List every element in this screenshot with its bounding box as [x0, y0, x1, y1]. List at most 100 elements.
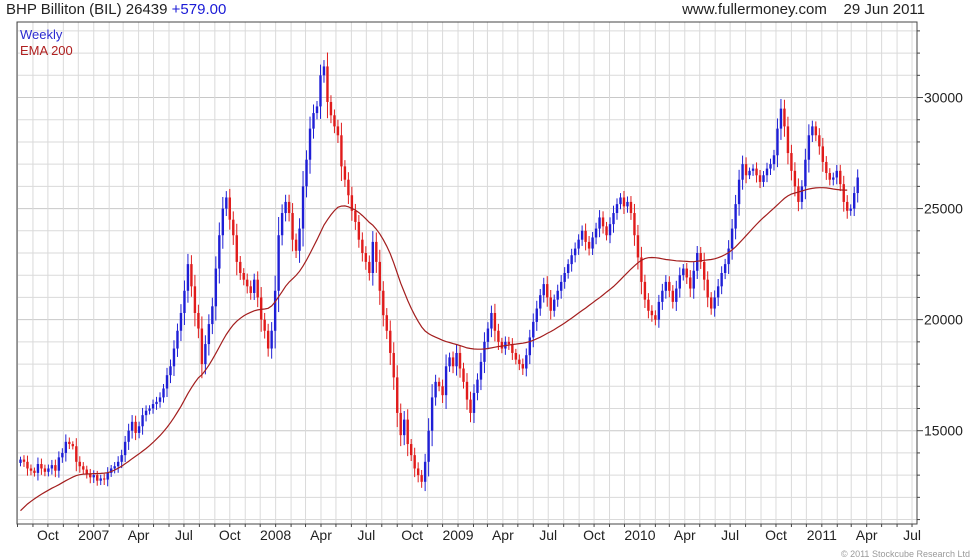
candle-body [856, 177, 859, 194]
candle-body [566, 264, 570, 273]
candle-body [682, 268, 685, 276]
candle-body [626, 201, 629, 207]
candles [19, 52, 859, 492]
x-tick-label: Oct [583, 527, 605, 543]
candle-body [507, 341, 511, 345]
candle-body [246, 279, 249, 287]
x-axis: Oct 2007 Apr Jul Oct 2008 Apr Jul Oct 2009 Apr Jul O… [16, 524, 921, 543]
candle-body [448, 357, 451, 367]
candle-body [535, 308, 538, 322]
candle-body [511, 344, 514, 353]
candle-body [103, 478, 106, 480]
candle-body [500, 341, 504, 349]
legend-weekly: Weekly [20, 27, 63, 42]
candle-body [277, 235, 280, 291]
candle-body [308, 128, 312, 160]
candle-body [528, 337, 531, 356]
candle-body [615, 204, 619, 214]
candle-body [89, 474, 92, 478]
x-tick-label: Oct [401, 527, 423, 543]
candle-body [26, 461, 29, 469]
candle-body [315, 106, 319, 114]
candle-body [727, 248, 730, 265]
candle-body [127, 430, 130, 442]
candle-body [671, 290, 675, 302]
candle-body [790, 153, 793, 171]
candle-body [730, 228, 734, 249]
candle-body [287, 201, 291, 214]
candle-body [647, 299, 650, 311]
candle-body [612, 213, 615, 225]
y-tick-label: 20000 [924, 312, 963, 328]
candle-body [75, 446, 78, 462]
candle-body [514, 352, 518, 360]
candle-body [765, 168, 769, 176]
candle-body [455, 352, 458, 367]
candle-body [218, 235, 221, 269]
candle-body [158, 397, 162, 402]
candle-body [333, 115, 336, 127]
candle-body [451, 357, 455, 367]
candle-body [371, 241, 375, 273]
candle-body [783, 108, 786, 127]
candle-body [253, 279, 256, 293]
candle-body [120, 455, 123, 462]
candle-body [130, 421, 134, 431]
candle-body [734, 204, 737, 229]
candle-body [420, 475, 423, 482]
candle-body [832, 177, 835, 180]
candle-body [47, 468, 50, 472]
candle-body [748, 170, 751, 176]
x-tick-label: Apr [492, 527, 514, 543]
candle-body [741, 164, 744, 180]
legend-ema: EMA 200 [20, 43, 73, 58]
candle-body [375, 241, 378, 262]
candle-body [364, 253, 368, 262]
candle-body [183, 290, 186, 313]
candle-body [622, 197, 626, 207]
candle-body [605, 226, 608, 236]
candle-body [312, 113, 315, 129]
candle-body [737, 179, 741, 205]
candle-body [336, 126, 340, 136]
candle-body [382, 290, 385, 316]
candle-body [469, 399, 472, 413]
candle-body [807, 135, 811, 160]
candle-body [61, 452, 64, 458]
candle-body [716, 286, 720, 298]
candle-body [643, 281, 647, 300]
candle-body [553, 299, 556, 311]
candle-body [176, 330, 179, 349]
candle-body [629, 201, 633, 214]
candle-body [43, 468, 47, 472]
candle-body [427, 430, 430, 462]
candle-body [591, 237, 594, 249]
candle-body [322, 66, 326, 76]
candle-body [772, 155, 776, 165]
candle-body [849, 208, 852, 211]
candle-body [368, 261, 371, 273]
candle-body [675, 288, 678, 302]
candle-body [179, 312, 183, 331]
candle-body [462, 368, 465, 382]
candle-body [608, 224, 612, 236]
candle-body [305, 159, 308, 187]
candle-body [584, 230, 587, 242]
x-tick-label: Apr [128, 527, 150, 543]
candle-body [769, 164, 772, 169]
candle-body [151, 404, 155, 409]
candle-body [546, 284, 549, 298]
candle-body [340, 135, 343, 167]
candle-body [347, 179, 350, 196]
candle-body [225, 197, 228, 209]
candle-body [399, 412, 402, 436]
candle-body [636, 235, 640, 258]
candle-body [804, 159, 807, 187]
candle-body [633, 213, 636, 236]
candle-body [587, 241, 591, 249]
candle-body [36, 464, 40, 473]
candle-body [270, 330, 273, 349]
candle-body [758, 175, 762, 182]
x-tick-label: 2011 [807, 527, 837, 543]
candle-body [441, 386, 444, 396]
